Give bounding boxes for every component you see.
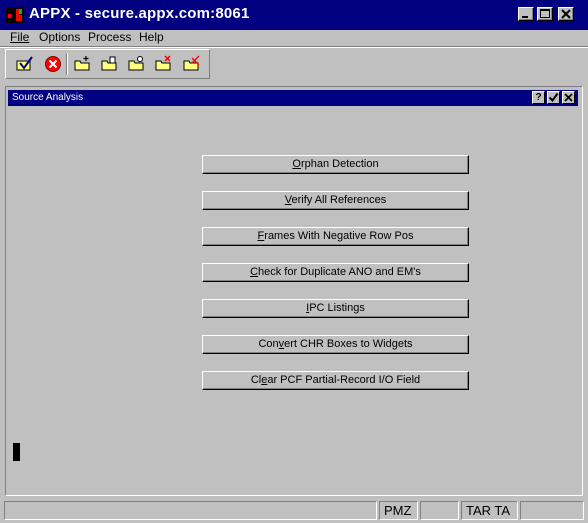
cancel-icon <box>45 56 61 72</box>
menu-process-label: Process <box>88 30 132 44</box>
window-title: APPX - secure.appx.com:8061 <box>29 5 250 22</box>
menu-file[interactable]: File <box>10 30 29 44</box>
button-accelerator: C <box>250 266 259 278</box>
folder-edit-icon <box>101 56 117 71</box>
toolbar-check-button[interactable] <box>183 55 201 73</box>
menu-help[interactable]: Help <box>139 30 164 44</box>
toolbar-delete-button[interactable] <box>155 55 173 73</box>
title-bar[interactable]: ▪ APPX - secure.appx.com:8061 <box>0 0 588 30</box>
maximize-icon <box>540 9 550 18</box>
maximize-button[interactable] <box>537 7 553 21</box>
button-label-part: rames With Negative Row Pos <box>264 230 414 242</box>
button-label-part: heck for Duplicate ANO and EM's <box>258 266 421 278</box>
orphan-detection-button[interactable]: Orphan Detection <box>202 155 469 174</box>
menu-bar: File Options Process Help <box>0 30 588 45</box>
button-label-part: rphan Detection <box>300 158 379 170</box>
status-message <box>4 501 377 520</box>
status-empty <box>420 501 459 520</box>
folder-check-icon <box>183 55 200 71</box>
button-accelerator: O <box>292 158 301 170</box>
status-extra <box>520 501 584 520</box>
toolbar-separator-highlight <box>0 47 588 48</box>
dialog-title-bar[interactable]: Source Analysis ? <box>8 90 578 106</box>
toolbar-edit-button[interactable] <box>101 55 119 73</box>
button-label-part: ar PCF Partial-Record I/O Field <box>267 374 421 386</box>
menu-help-label: Help <box>139 30 164 44</box>
dialog-title: Source Analysis <box>12 92 84 103</box>
source-analysis-window <box>5 86 583 496</box>
folder-delete-icon <box>155 55 171 71</box>
folder-new-icon <box>74 56 90 71</box>
menu-options[interactable]: Options <box>39 30 80 44</box>
verify-all-references-button[interactable]: Verify All References <box>202 191 469 210</box>
help-icon: ? <box>535 92 542 103</box>
status-tar: TAR TA <box>461 501 518 520</box>
minimize-button[interactable] <box>518 7 534 21</box>
close-icon <box>561 9 571 19</box>
button-label-part: ert CHR Boxes to Widgets <box>284 338 413 350</box>
convert-chr-boxes-button[interactable]: Convert CHR Boxes to Widgets <box>202 335 469 354</box>
text-cursor <box>13 443 20 461</box>
status-bar: PMZ TAR TA <box>0 500 588 523</box>
button-label-part: Con <box>258 338 279 350</box>
help-button[interactable]: ? <box>532 91 545 104</box>
check-duplicate-ano-em-button[interactable]: Check for Duplicate ANO and EM's <box>202 263 469 282</box>
ipc-listings-button[interactable]: IPC Listings <box>202 299 469 318</box>
checkmark-folder-icon <box>16 56 33 71</box>
toolbar-search-button[interactable] <box>128 55 146 73</box>
appx-logo-icon: ▪ <box>6 7 24 23</box>
button-label-part: Cl <box>250 374 262 386</box>
clear-pcf-partial-record-button[interactable]: Clear PCF Partial-Record I/O Field <box>202 371 469 390</box>
minimize-icon <box>522 16 528 18</box>
ok-check-icon <box>548 92 559 103</box>
toolbar-new-button[interactable] <box>74 55 92 73</box>
dialog-close-button[interactable] <box>562 91 575 104</box>
svg-text:▪: ▪ <box>7 11 12 20</box>
menu-file-label: File <box>10 30 30 44</box>
menu-options-label: Options <box>39 30 81 44</box>
button-label-part: PC Listings <box>309 302 365 314</box>
folder-search-icon <box>128 56 144 71</box>
close-icon <box>564 93 573 102</box>
frames-negative-row-pos-button[interactable]: Frames With Negative Row Pos <box>202 227 469 246</box>
toolbar-divider <box>66 53 68 75</box>
ok-check-button[interactable] <box>547 91 560 104</box>
menu-process[interactable]: Process <box>88 30 131 44</box>
button-label-part: erify All References <box>291 194 387 206</box>
toolbar-ok-button[interactable] <box>16 55 34 73</box>
close-button[interactable] <box>558 7 574 21</box>
status-pmz: PMZ <box>379 501 418 520</box>
toolbar-cancel-button[interactable] <box>44 55 62 73</box>
